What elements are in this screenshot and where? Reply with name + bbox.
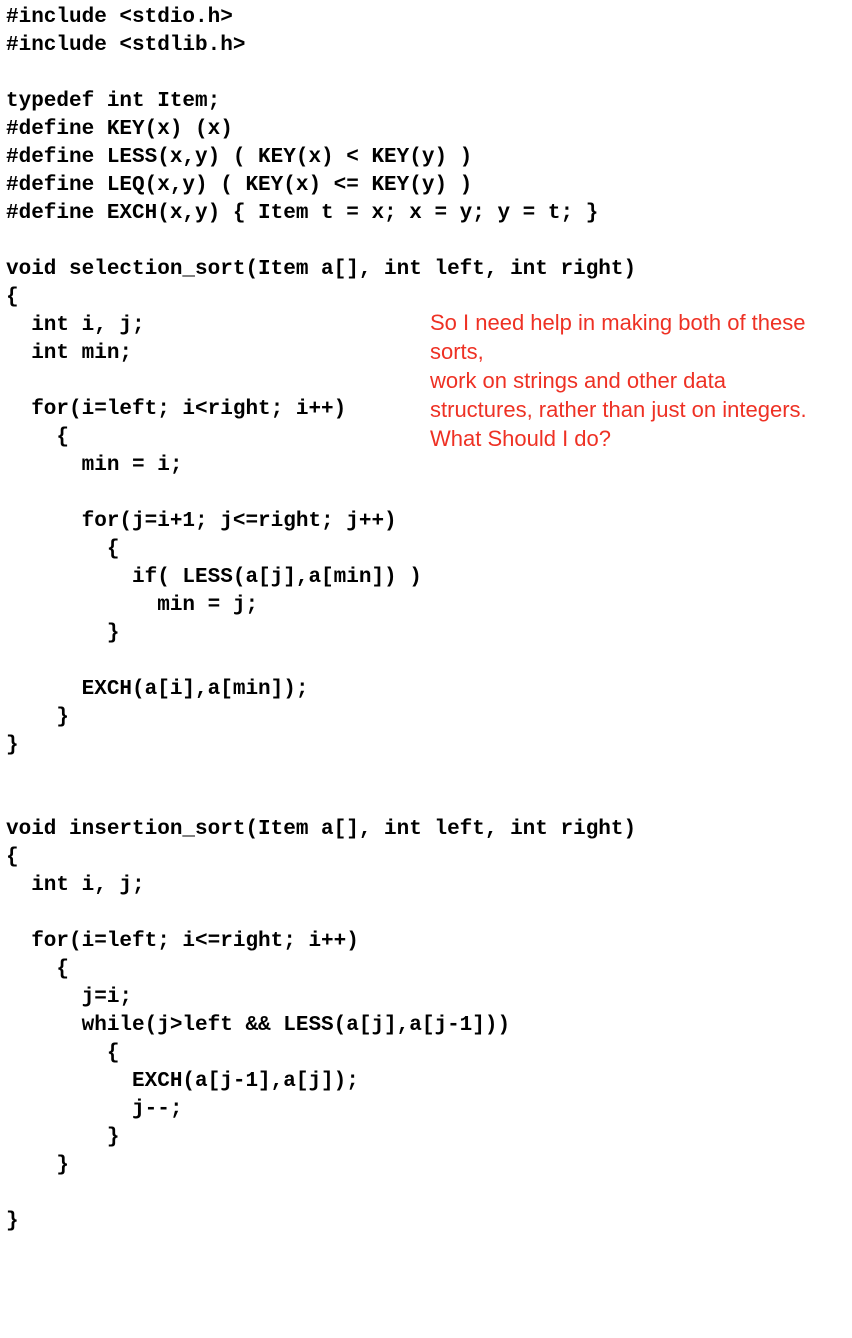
annotation-comment: So I need help in making both of these s… (430, 308, 820, 453)
code-block: #include <stdio.h> #include <stdlib.h> t… (0, 0, 852, 1236)
